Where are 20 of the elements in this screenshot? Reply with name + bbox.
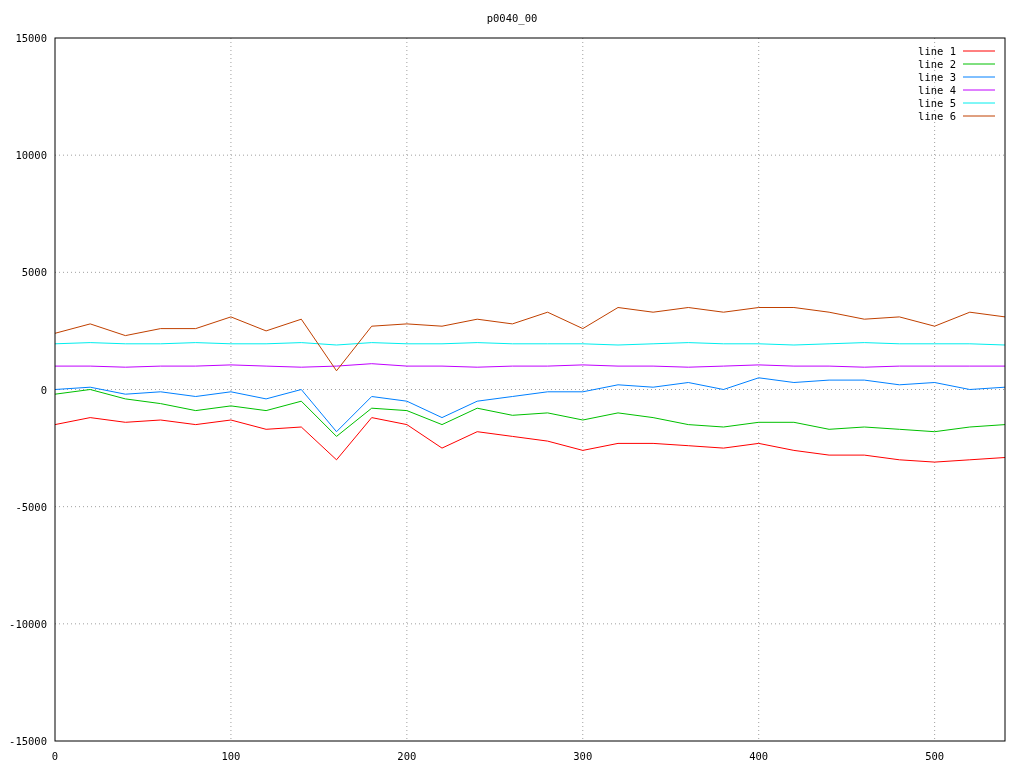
y-tick-label: 0 bbox=[40, 383, 47, 396]
y-tick-label: -10000 bbox=[9, 617, 47, 630]
x-tick-label: 300 bbox=[573, 750, 593, 762]
legend-label: line 2 bbox=[918, 58, 956, 70]
x-tick-label: 100 bbox=[221, 750, 241, 762]
legend-label: line 5 bbox=[918, 97, 956, 109]
y-tick-label: -5000 bbox=[15, 500, 47, 513]
legend-label: line 1 bbox=[918, 45, 956, 57]
legend-label: line 4 bbox=[918, 84, 956, 96]
legend-label: line 3 bbox=[918, 71, 956, 83]
x-tick-label: 200 bbox=[397, 750, 417, 762]
y-tick-label: 5000 bbox=[21, 266, 47, 279]
x-tick-label: 0 bbox=[51, 750, 59, 762]
legend-label: line 6 bbox=[918, 110, 956, 122]
x-tick-label: 400 bbox=[749, 750, 769, 762]
y-tick-label: 15000 bbox=[15, 32, 47, 44]
y-tick-label: 10000 bbox=[15, 149, 47, 162]
x-tick-label: 500 bbox=[925, 750, 945, 762]
y-tick-label: -15000 bbox=[9, 735, 47, 747]
chart-title: p0040_00 bbox=[486, 12, 538, 24]
